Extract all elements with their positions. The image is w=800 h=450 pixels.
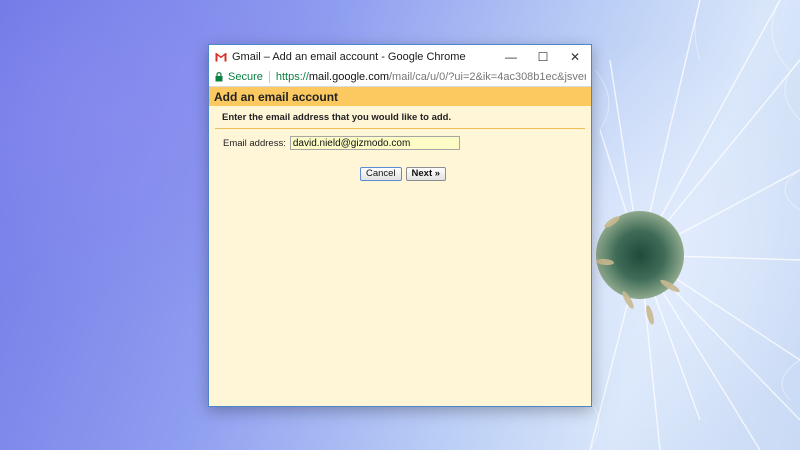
maximize-button[interactable]: ☐ bbox=[527, 45, 559, 68]
dialog-content: Add an email account Enter the email add… bbox=[209, 87, 591, 406]
url-host: mail.google.com bbox=[308, 71, 389, 83]
maximize-icon: ☐ bbox=[537, 49, 549, 64]
address-separator bbox=[268, 71, 270, 83]
email-field-row: Email address: bbox=[223, 136, 585, 150]
url-path: /mail/ca/u/0/?ui=2&ik=4ac308b1ec&jsver=U… bbox=[388, 71, 586, 83]
gmail-icon bbox=[215, 51, 227, 62]
dialog-buttons: Cancel Next » bbox=[221, 167, 585, 181]
close-button[interactable]: ✕ bbox=[559, 45, 591, 68]
email-label: Email address: bbox=[223, 137, 286, 149]
dialog-body: Enter the email address that you would l… bbox=[215, 106, 585, 181]
chrome-popup-window: Gmail – Add an email account - Google Ch… bbox=[208, 44, 592, 407]
divider bbox=[215, 128, 585, 129]
window-titlebar[interactable]: Gmail – Add an email account - Google Ch… bbox=[209, 45, 591, 68]
minimize-icon: — bbox=[505, 49, 517, 64]
window-controls: — ☐ ✕ bbox=[495, 45, 591, 68]
email-address-input[interactable] bbox=[289, 136, 460, 150]
window-title: Gmail – Add an email account - Google Ch… bbox=[232, 50, 466, 63]
close-icon: ✕ bbox=[569, 49, 581, 64]
url-text[interactable]: https:// mail.google.com /mail/ca/u/0/?u… bbox=[276, 71, 586, 83]
dialog-heading: Add an email account bbox=[209, 87, 591, 106]
lock-icon bbox=[215, 72, 223, 82]
url-scheme: https:// bbox=[275, 71, 309, 83]
minimize-button[interactable]: — bbox=[495, 45, 527, 68]
instructions-text: Enter the email address that you would l… bbox=[222, 112, 452, 123]
next-button[interactable]: Next » bbox=[405, 167, 447, 181]
address-bar[interactable]: Secure https:// mail.google.com /mail/ca… bbox=[209, 68, 591, 87]
cancel-button[interactable]: Cancel bbox=[359, 167, 402, 181]
secure-label[interactable]: Secure bbox=[228, 71, 263, 83]
